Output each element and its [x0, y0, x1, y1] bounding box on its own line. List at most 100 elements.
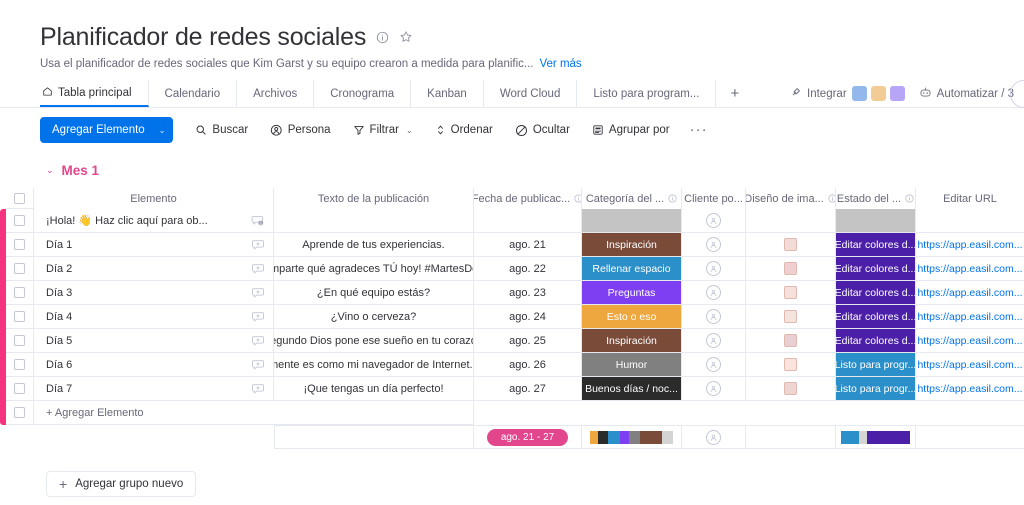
add-comment-icon[interactable]	[251, 286, 265, 300]
add-view-button[interactable]: +	[716, 80, 753, 107]
cell-diseno-imagen[interactable]	[746, 305, 836, 329]
add-comment-icon[interactable]	[251, 238, 265, 252]
cell-texto-publicacion[interactable]: El segundo Dios pone ese sueño en tu cor…	[274, 329, 474, 353]
cell-elemento[interactable]: Día 5	[34, 329, 274, 353]
category-pill[interactable]: Esto o eso	[582, 305, 681, 328]
cell-fecha[interactable]: ago. 22	[474, 257, 582, 281]
cell-categoria[interactable]: Esto o eso	[582, 305, 682, 329]
cell-cliente[interactable]	[682, 257, 746, 281]
category-pill[interactable]: Preguntas	[582, 281, 681, 304]
cell-texto-publicacion[interactable]: Aprende de tus experiencias.	[274, 233, 474, 257]
person-avatar-placeholder[interactable]	[706, 309, 721, 324]
row-checkbox[interactable]	[14, 335, 25, 346]
cell-categoria[interactable]: Inspiración	[582, 329, 682, 353]
row-checkbox[interactable]	[14, 311, 25, 322]
tab-listo-para-programar[interactable]: Listo para program...	[577, 80, 717, 107]
cell-estado[interactable]: Editar colores d...	[836, 257, 916, 281]
cell-elemento[interactable]: Día 3	[34, 281, 274, 305]
cell-editar-url[interactable]: https://app.easil.com...	[916, 353, 1024, 377]
hide-button[interactable]: Ocultar	[515, 118, 570, 142]
table-row[interactable]: Día 5 El segundo Dios pone ese sueño en …	[0, 329, 1024, 353]
chevron-down-icon[interactable]: ⌄	[406, 126, 413, 135]
cell-diseno-imagen[interactable]	[746, 209, 836, 233]
category-pill[interactable]: Buenos días / noc...	[582, 377, 681, 400]
group-by-button[interactable]: Agrupar por	[592, 118, 670, 142]
column-header-elemento[interactable]: Elemento	[34, 188, 274, 209]
row-checkbox[interactable]	[14, 215, 25, 226]
cell-estado[interactable]: Editar colores d...	[836, 329, 916, 353]
cell-estado[interactable]: Listo para progr...	[836, 353, 916, 377]
tab-word-cloud[interactable]: Word Cloud	[484, 80, 578, 107]
person-avatar-placeholder[interactable]	[706, 213, 721, 228]
cell-editar-url[interactable]: https://app.easil.com...	[916, 329, 1024, 353]
cell-elemento[interactable]: Día 4	[34, 305, 274, 329]
star-icon[interactable]	[399, 30, 413, 44]
column-header-estado[interactable]: Estado del ...	[836, 188, 916, 209]
integrate-button[interactable]: Integrar	[790, 86, 905, 101]
add-item-label[interactable]: + Agregar Elemento	[34, 401, 474, 425]
user-avatar[interactable]	[1010, 80, 1024, 108]
cell-editar-url[interactable]	[916, 209, 1024, 233]
cell-cliente[interactable]	[682, 329, 746, 353]
table-row[interactable]: ¡Hola! 👋 Haz clic aquí para ob... 1	[0, 209, 1024, 233]
cell-categoria[interactable]: Rellenar espacio	[582, 257, 682, 281]
person-avatar-placeholder[interactable]	[706, 237, 721, 252]
cell-cliente[interactable]	[682, 209, 746, 233]
add-comment-icon[interactable]	[251, 262, 265, 276]
cell-estado[interactable]: Editar colores d...	[836, 305, 916, 329]
url-link[interactable]: https://app.easil.com...	[917, 287, 1022, 299]
column-header-fecha[interactable]: Fecha de publicac...	[474, 188, 582, 209]
cell-categoria[interactable]: Preguntas	[582, 281, 682, 305]
add-comment-icon[interactable]	[251, 310, 265, 324]
cell-diseno-imagen[interactable]	[746, 353, 836, 377]
row-checkbox[interactable]	[14, 287, 25, 298]
row-checkbox[interactable]	[14, 263, 25, 274]
cell-diseno-imagen[interactable]	[746, 281, 836, 305]
table-row[interactable]: Día 4 ¿Vino o cerveza? ago. 24 Esto o es…	[0, 305, 1024, 329]
tab-kanban[interactable]: Kanban	[411, 80, 484, 107]
cell-diseno-imagen[interactable]	[746, 329, 836, 353]
cell-editar-url[interactable]: https://app.easil.com...	[916, 377, 1024, 401]
category-pill[interactable]: Rellenar espacio	[582, 257, 681, 280]
search-button[interactable]: Buscar	[195, 118, 248, 142]
cell-editar-url[interactable]: https://app.easil.com...	[916, 233, 1024, 257]
cell-editar-url[interactable]: https://app.easil.com...	[916, 257, 1024, 281]
cell-texto-publicacion[interactable]: ¿En qué equipo estás?	[274, 281, 474, 305]
cell-categoria[interactable]: Humor	[582, 353, 682, 377]
cell-texto-publicacion[interactable]	[274, 209, 474, 233]
cell-fecha[interactable]: ago. 24	[474, 305, 582, 329]
status-pill[interactable]: Editar colores d...	[836, 329, 915, 352]
cell-cliente[interactable]	[682, 305, 746, 329]
add-comment-icon[interactable]	[251, 382, 265, 396]
cell-cliente[interactable]	[682, 233, 746, 257]
cell-elemento[interactable]: Día 6	[34, 353, 274, 377]
status-pill[interactable]	[836, 209, 915, 232]
cell-diseno-imagen[interactable]	[746, 257, 836, 281]
design-thumbnail[interactable]	[784, 238, 797, 251]
cell-fecha[interactable]: ago. 27	[474, 377, 582, 401]
cell-texto-publicacion[interactable]: ¡Que tengas un día perfecto!	[274, 377, 474, 401]
automate-button[interactable]: Automatizar / 3	[919, 86, 1014, 102]
design-thumbnail[interactable]	[784, 334, 797, 347]
design-thumbnail[interactable]	[784, 358, 797, 371]
cell-elemento[interactable]: Día 1	[34, 233, 274, 257]
design-thumbnail[interactable]	[784, 382, 797, 395]
column-header-texto[interactable]: Texto de la publicación	[274, 188, 474, 209]
table-row[interactable]: Día 7 ¡Que tengas un día perfecto! ago. …	[0, 377, 1024, 401]
person-avatar-placeholder[interactable]	[706, 381, 721, 396]
see-more-link[interactable]: Ver más	[539, 58, 581, 70]
more-options-button[interactable]: ···	[690, 122, 708, 137]
tab-cronograma[interactable]: Cronograma	[314, 80, 412, 107]
cell-fecha[interactable]	[474, 209, 582, 233]
sort-button[interactable]: Ordenar	[435, 118, 493, 142]
url-link[interactable]: https://app.easil.com...	[917, 383, 1022, 395]
cell-categoria[interactable]: Inspiración	[582, 233, 682, 257]
column-header-categoria[interactable]: Categoría del ...	[582, 188, 682, 209]
row-checkbox[interactable]	[14, 239, 25, 250]
cell-diseno-imagen[interactable]	[746, 377, 836, 401]
url-link[interactable]: https://app.easil.com...	[917, 335, 1022, 347]
status-pill[interactable]: Listo para progr...	[836, 377, 915, 400]
cell-texto-publicacion[interactable]: Mi mente es como mi navegador de Interne…	[274, 353, 474, 377]
column-header-cliente[interactable]: Cliente po...	[682, 188, 746, 209]
cell-editar-url[interactable]: https://app.easil.com...	[916, 281, 1024, 305]
